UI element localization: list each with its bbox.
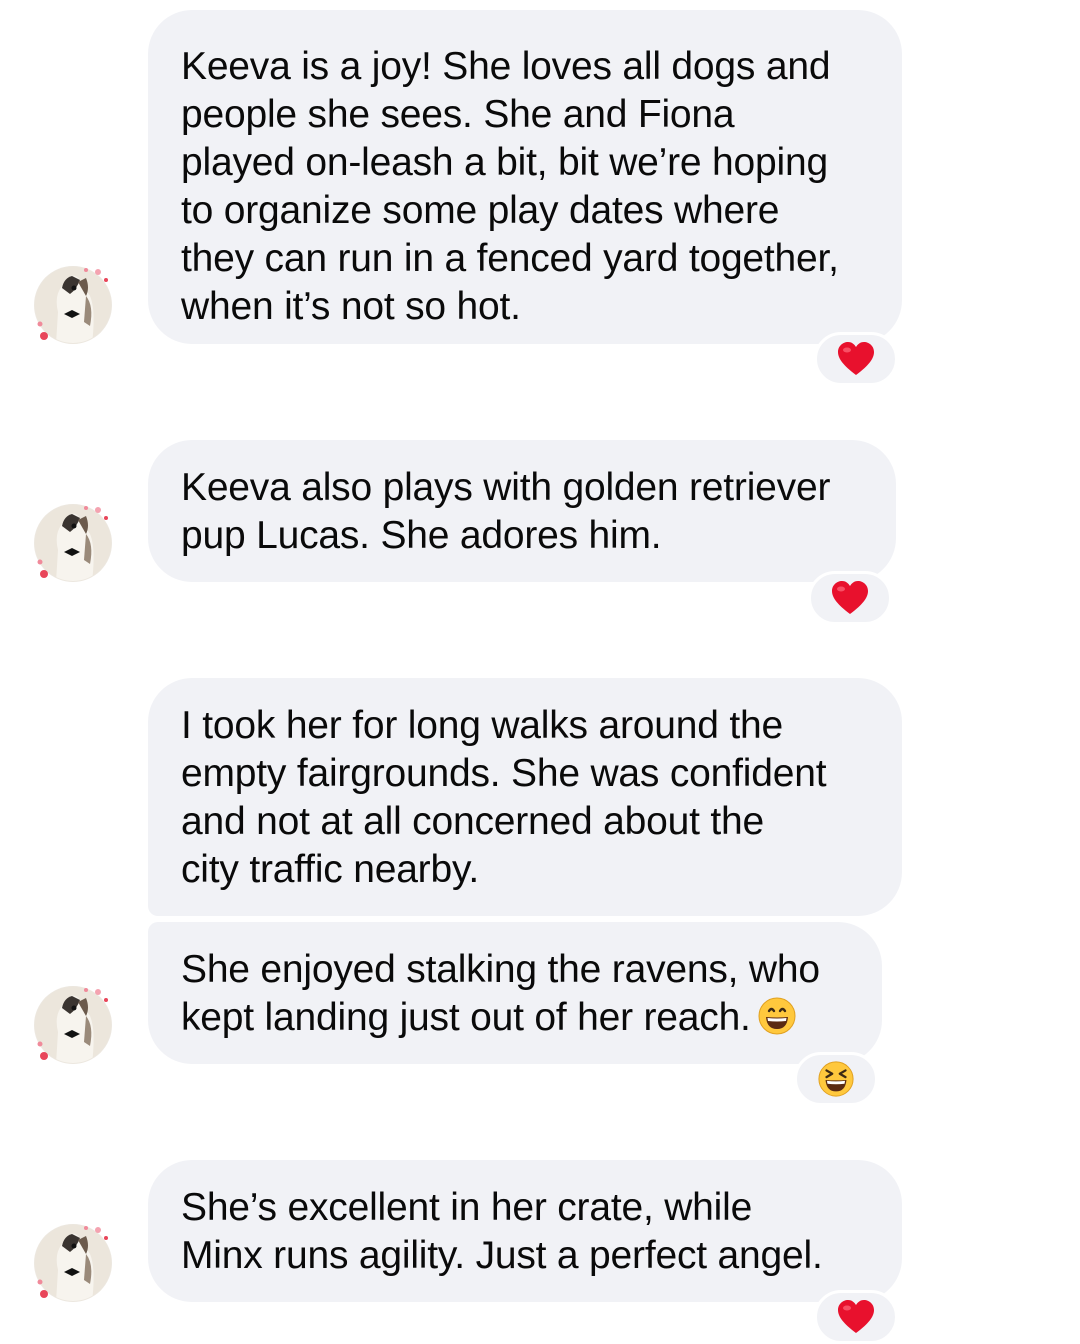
message-text-line: I took her for long walks around the — [181, 704, 783, 747]
reaction-badge[interactable] — [814, 332, 898, 386]
message-text-line: and not at all concerned about the — [181, 800, 764, 843]
message-bubble[interactable]: Keeva also plays with golden retriever p… — [148, 440, 896, 582]
reaction-badge[interactable] — [814, 1290, 898, 1344]
message-text-line: when it’s not so hot. — [181, 285, 521, 328]
message-text-line: they can run in a fenced yard together, — [181, 237, 839, 280]
message-text-fragment: kept landing just out of her reach. — [181, 996, 751, 1039]
message-bubble[interactable]: I took her for long walks around the emp… — [148, 678, 902, 916]
heart-icon — [838, 342, 874, 375]
sender-avatar[interactable] — [34, 1224, 112, 1302]
message-text-line: Minx runs agility. Just a perfect angel. — [181, 1234, 823, 1277]
heart-icon — [838, 1300, 874, 1333]
heart-icon — [832, 581, 868, 614]
message-text-line: empty fairgrounds. She was confident — [181, 752, 827, 795]
message-bubble[interactable]: She enjoyed stalking the ravens, who kep… — [148, 922, 882, 1064]
sender-avatar[interactable] — [34, 986, 112, 1064]
message-text-line: people she sees. She and Fiona — [181, 93, 735, 136]
dog-avatar-icon — [35, 505, 111, 581]
message-text-line: pup Lucas. She adores him. — [181, 514, 662, 557]
dog-avatar-icon — [35, 267, 111, 343]
sender-avatar[interactable] — [34, 504, 112, 582]
laughing-emoji-icon — [818, 1061, 854, 1097]
message-bubble[interactable]: Keeva is a joy! She loves all dogs and p… — [148, 10, 902, 344]
grinning-face-emoji-icon — [757, 996, 797, 1048]
message-text-line: Keeva also plays with golden retriever — [181, 466, 831, 509]
message-text-line: city traffic nearby. — [181, 848, 480, 891]
sender-avatar[interactable] — [34, 266, 112, 344]
message-text-line: kept landing just out of her reach. — [181, 994, 882, 1048]
message-text-line: to organize some play dates where — [181, 189, 780, 232]
reaction-badge[interactable] — [808, 571, 892, 625]
message-text-line: Keeva is a joy! She loves all dogs and — [181, 45, 831, 88]
dog-avatar-icon — [35, 1225, 111, 1301]
message-bubble[interactable]: She’s excellent in her crate, while Minx… — [148, 1160, 902, 1302]
reaction-badge[interactable] — [794, 1052, 878, 1106]
message-text-line: played on-leash a bit, bit we’re hoping — [181, 141, 828, 184]
dog-avatar-icon — [35, 987, 111, 1063]
message-text-line: She enjoyed stalking the ravens, who — [181, 948, 820, 991]
message-text-line: She’s excellent in her crate, while — [181, 1186, 753, 1229]
